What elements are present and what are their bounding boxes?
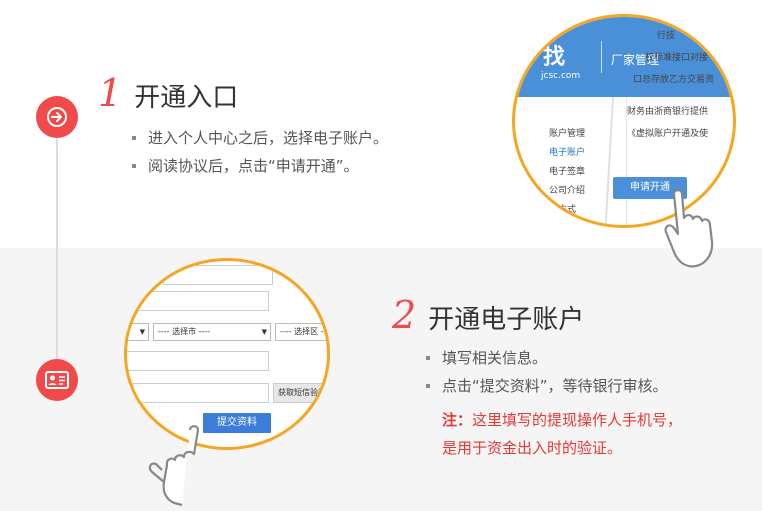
name-input[interactable] — [127, 351, 269, 371]
step2-heading: 2 开通电子账户 — [392, 296, 584, 335]
step1-bullets: 进入个人中心之后，选择电子账户。 阅读协议后，点击“申请开通”。 — [130, 124, 388, 180]
page-tear-divider — [604, 97, 614, 225]
form-input[interactable] — [127, 291, 269, 311]
note-line2: 是用于资金出入时的验证。 — [442, 439, 623, 457]
phone-input[interactable] — [127, 383, 269, 403]
step2-illustration: ▼ ---- 选择市 ---- ▼ ---- 选择区 --- 获取短信验证 提交资… — [124, 258, 330, 450]
step2-bullets: 填写相关信息。 点击“提交资料”，等待银行审核。 — [424, 344, 668, 400]
brand-domain: jcsc.com — [541, 71, 581, 81]
step1-number: 1 — [98, 71, 123, 115]
city-select[interactable]: ---- 选择市 ---- ▼ — [153, 323, 271, 341]
pointing-hand-icon — [664, 189, 714, 268]
step1-bullet: 阅读协议后，点击“申请开通”。 — [130, 152, 388, 180]
form-input-top[interactable] — [163, 265, 273, 285]
timeline-line — [56, 120, 58, 382]
step1-heading: 1 开通入口 — [98, 74, 238, 113]
brand-logo: 找 — [543, 45, 566, 70]
header-divider — [601, 41, 602, 73]
step1-bullet: 进入个人中心之后，选择电子账户。 — [130, 124, 388, 152]
step1-title: 开通入口 — [134, 83, 239, 113]
step2-title: 开通电子账户 — [428, 305, 585, 335]
agreement-text: 行技 权标准接口对接 口总存放乙方交易资 财务由浙商银行提供 《虚拟账户开通及使 — [627, 31, 715, 139]
district-select[interactable]: ---- 选择区 --- — [275, 323, 327, 341]
step2-note: 注：这里填写的提现操作人手机号， 是用于资金出入时的验证。 — [442, 406, 682, 462]
pointing-hand-icon — [148, 425, 200, 507]
step2-bullet: 填写相关信息。 — [424, 344, 668, 372]
step2-number: 2 — [392, 293, 417, 337]
step2-bullet: 点击“提交资料”，等待银行审核。 — [424, 372, 668, 400]
arrow-right-circle-icon — [36, 96, 78, 138]
note-label: 注： — [442, 411, 473, 429]
province-select[interactable]: ▼ — [127, 323, 149, 341]
id-card-icon — [36, 359, 78, 401]
get-sms-code-button[interactable]: 获取短信验证 — [273, 383, 327, 403]
note-line1: 这里填写的提现操作人手机号， — [472, 411, 683, 429]
submit-info-button[interactable]: 提交资料 — [203, 413, 271, 433]
